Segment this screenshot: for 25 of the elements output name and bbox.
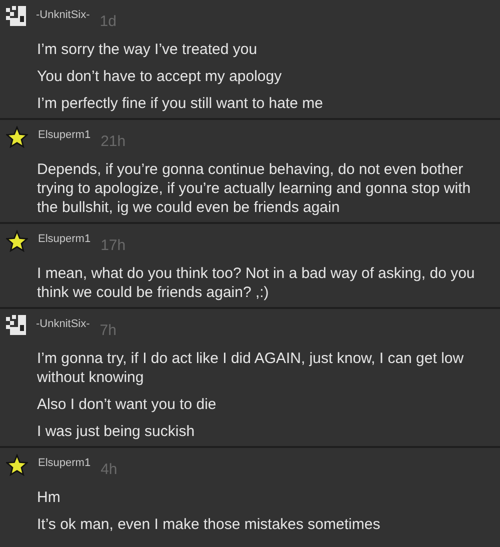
- author-name[interactable]: -UnknitSix-: [36, 316, 90, 332]
- author-name[interactable]: Elsuperm1: [38, 231, 91, 248]
- author-name[interactable]: Elsuperm1: [38, 127, 91, 144]
- message-text: Also I don’t want you to die: [37, 395, 218, 414]
- timestamp: 21h: [100, 132, 126, 152]
- author-name[interactable]: -UnknitSix-: [36, 7, 90, 24]
- timestamp: 4h: [100, 460, 118, 480]
- star-avatar-icon: [6, 126, 28, 148]
- message-text: I’m perfectly fine if you still want to hate me: [37, 94, 324, 113]
- message-text: I was just being suckish: [37, 422, 196, 441]
- author-name[interactable]: Elsuperm1: [38, 455, 91, 472]
- timestamp: 17h: [100, 236, 126, 256]
- message-text: I mean, what do you think too? Not in a bad way of asking, do you think we could be friends again? ,:): [37, 264, 476, 302]
- message-text: Depends, if you’re gonna continue behaving, do not even bother trying to apologize, if you’re actually learning and gonna stop with the bullshit, ig we could even be friends again: [37, 160, 472, 217]
- message-text: You don’t have to accept my apology: [37, 67, 283, 86]
- message-text: I’m sorry the way I’ve treated you: [37, 40, 258, 59]
- message-text: Hm: [37, 488, 62, 507]
- message-text: It’s ok man, even I make those mistakes sometimes: [37, 515, 382, 534]
- timestamp: 1d: [100, 12, 116, 32]
- star-avatar-icon: [6, 230, 28, 252]
- star-avatar-icon: [6, 454, 28, 476]
- timestamp: 7h: [100, 321, 116, 341]
- message-text: I’m gonna try, if I do act like I did AGAIN, just know, I can get low without knowing: [37, 349, 465, 387]
- pixel-avatar-icon: [6, 6, 26, 26]
- pixel-avatar-icon: [6, 315, 26, 335]
